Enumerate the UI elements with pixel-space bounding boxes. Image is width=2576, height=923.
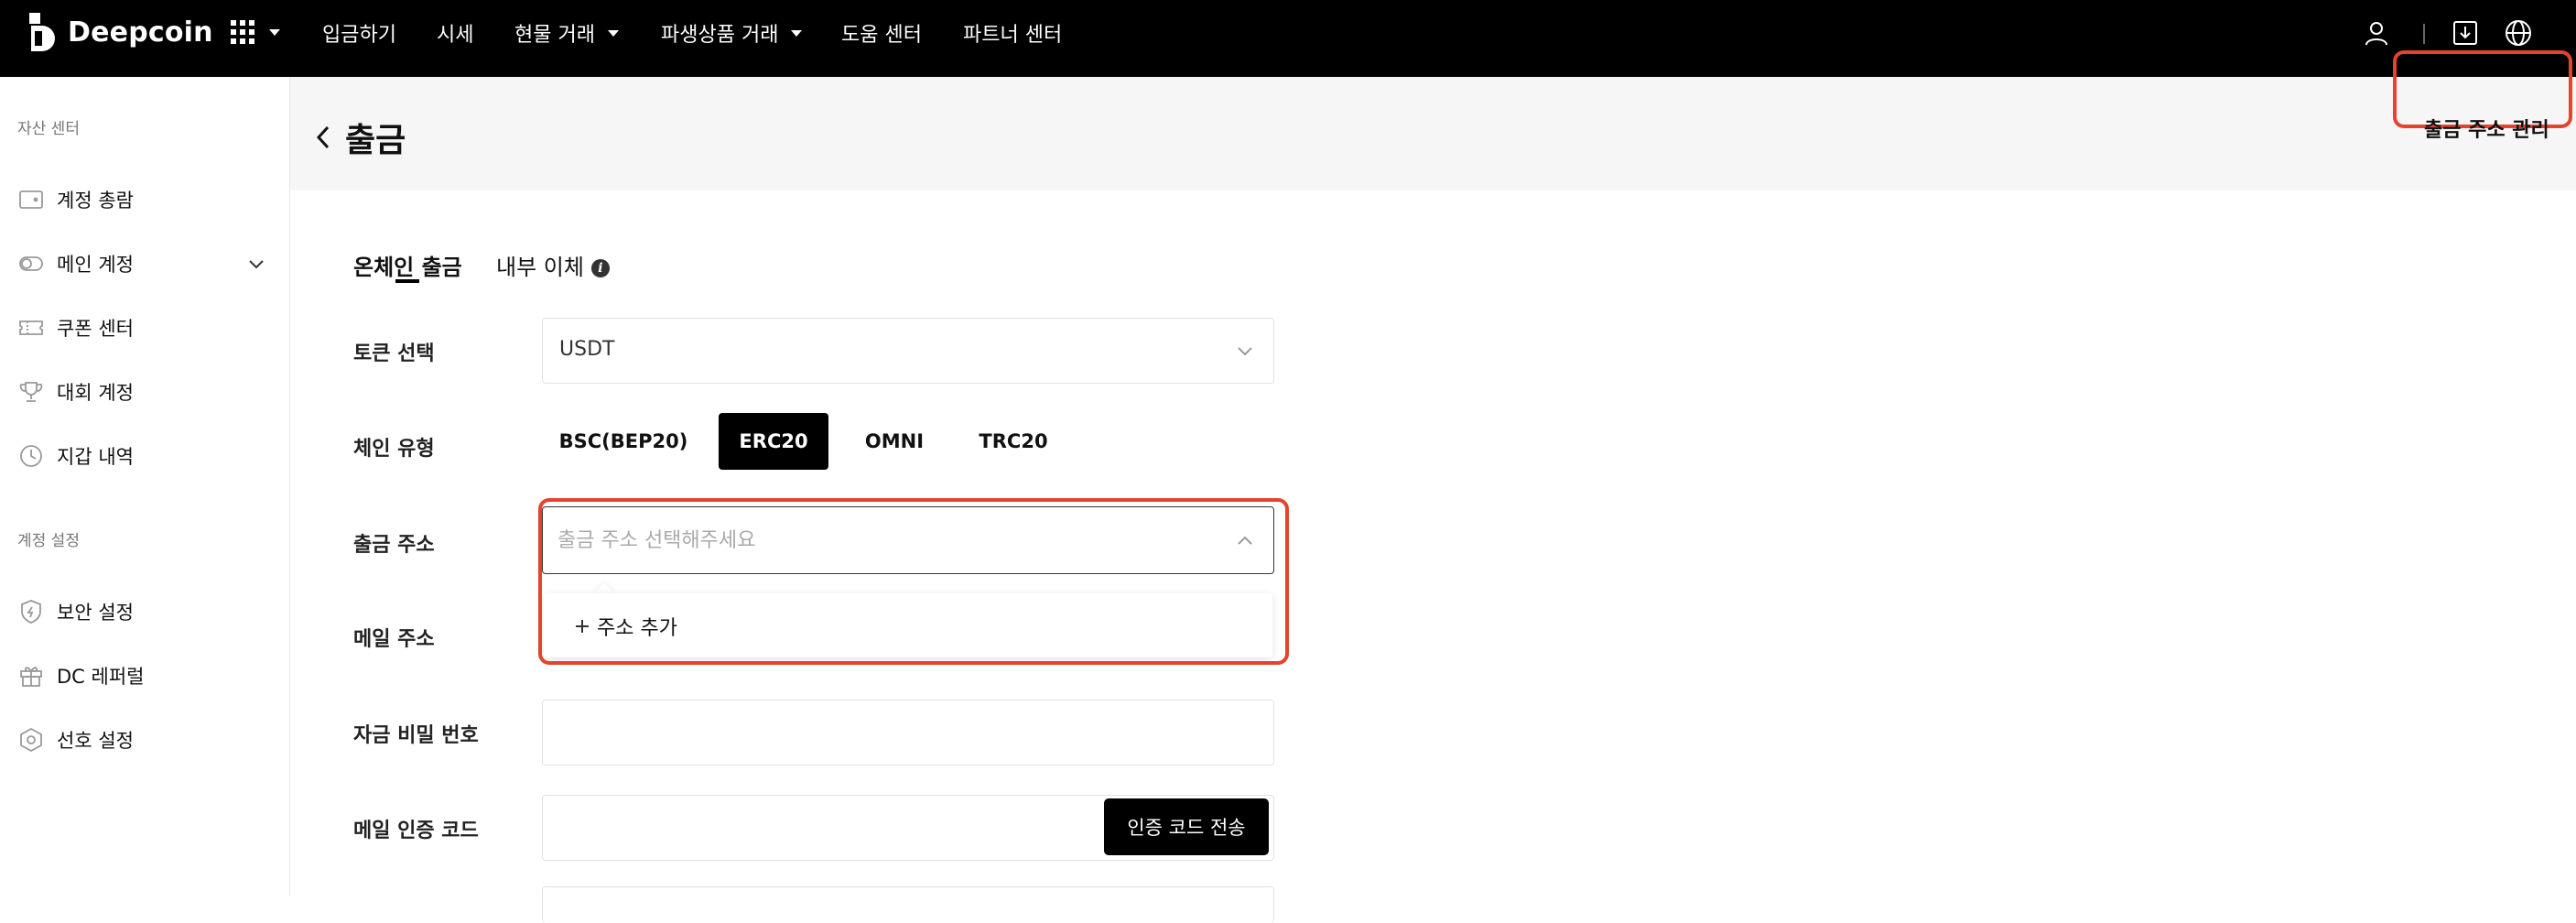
- download-icon[interactable]: [2449, 16, 2482, 49]
- nav-derivatives-label: 파생상품 거래: [661, 24, 779, 47]
- page-title: 출금: [345, 122, 406, 159]
- nav-help-label: 도움 센터: [841, 24, 922, 47]
- hexagon-settings-icon: [20, 727, 42, 753]
- nav-market-label: 시세: [437, 24, 474, 47]
- page-header: 출금: [290, 77, 2576, 190]
- sidebar-item-dc-referral[interactable]: DC 레퍼럴: [18, 656, 265, 696]
- sidebar-item-coupon-center[interactable]: 쿠폰 센터: [18, 308, 265, 348]
- info-icon[interactable]: i: [590, 259, 610, 277]
- chain-option-bsc[interactable]: BSC(BEP20): [549, 413, 698, 470]
- sidebar-item-security-settings[interactable]: 보안 설정: [18, 592, 265, 632]
- chain-type-label: 체인 유형: [353, 438, 435, 461]
- sidebar-item-main-account[interactable]: 메인 계정: [18, 244, 265, 284]
- globe-icon[interactable]: [2502, 16, 2535, 49]
- address-highlight: [538, 498, 1289, 665]
- nav-help-center[interactable]: 도움 센터: [841, 18, 922, 48]
- sidebar-item-label: 쿠폰 센터: [57, 318, 134, 340]
- chain-option-trc20[interactable]: TRC20: [970, 413, 1056, 470]
- chevron-down-icon: [249, 260, 264, 269]
- sidebar-item-label: DC 레퍼럴: [57, 666, 145, 688]
- sidebar-item-label: 메인 계정: [57, 254, 134, 276]
- sidebar-item-label: 지갑 내역: [57, 446, 134, 468]
- sidebar-item-label: 계정 총람: [57, 190, 134, 212]
- email-address-label: 메일 주소: [353, 628, 435, 651]
- nav-spot-label: 현물 거래: [514, 24, 595, 47]
- sidebar-item-label: 보안 설정: [57, 602, 134, 624]
- next-field[interactable]: [542, 886, 1274, 923]
- sidebar-item-competition-account[interactable]: 대회 계정: [18, 372, 265, 412]
- nav-partner-label: 파트너 센터: [963, 24, 1063, 47]
- wallet-icon: [19, 190, 43, 209]
- tab-internal-transfer-label: 내부 이체: [496, 255, 584, 280]
- chevron-down-icon: [269, 28, 280, 36]
- chevron-down-icon: [791, 29, 803, 37]
- email-code-label: 메일 인증 코드: [353, 820, 479, 842]
- chevron-left-icon: [316, 125, 330, 149]
- token-select-value: USDT: [559, 338, 615, 361]
- nav-spot-trading[interactable]: 현물 거래: [514, 18, 619, 48]
- sidebar-item-wallet-history[interactable]: 지갑 내역: [18, 436, 265, 476]
- chain-option-erc20[interactable]: ERC20: [719, 413, 828, 470]
- chevron-down-icon: [1238, 347, 1252, 356]
- top-navigation-bar: Deepcoin 입금하기 시세 현물 거래 파생상품 거래 도움 센터 파트너…: [0, 0, 2576, 77]
- chain-option-omni[interactable]: OMNI: [853, 413, 936, 470]
- nav-deposit[interactable]: 입금하기: [322, 18, 396, 48]
- user-icon[interactable]: [2360, 16, 2393, 49]
- chevron-down-icon: [607, 29, 619, 37]
- sidebar-item-label: 대회 계정: [57, 382, 134, 404]
- tab-active-indicator: [395, 279, 419, 283]
- back-button[interactable]: 출금: [314, 114, 406, 161]
- ticket-icon: [19, 320, 43, 335]
- grid-icon: [231, 20, 254, 44]
- deepcoin-logo-icon: [29, 13, 55, 51]
- sidebar-section-account-settings: 계정 설정: [17, 532, 80, 550]
- shield-icon: [21, 600, 41, 624]
- sidebar-item-account-overview[interactable]: 계정 총람: [18, 179, 265, 220]
- tab-internal-transfer[interactable]: 내부 이체 i: [496, 249, 610, 281]
- clock-icon: [20, 445, 42, 467]
- sidebar-item-label: 선호 설정: [57, 730, 134, 752]
- withdrawal-address-manage-link[interactable]: 출금 주소 관리: [2424, 114, 2549, 143]
- withdrawal-address-label: 출금 주소: [353, 534, 435, 557]
- divider: [2423, 24, 2425, 44]
- trophy-icon: [19, 382, 43, 402]
- nav-derivatives[interactable]: 파생상품 거래: [661, 18, 803, 48]
- gift-icon: [20, 667, 42, 687]
- toggle-icon: [19, 256, 43, 271]
- apps-grid-menu[interactable]: [231, 20, 280, 44]
- fund-password-field[interactable]: [542, 700, 1274, 766]
- nav-partner-center[interactable]: 파트너 센터: [963, 18, 1062, 48]
- brand-name: Deepcoin: [68, 16, 213, 49]
- nav-deposit-label: 입금하기: [322, 24, 396, 47]
- sidebar-section-asset-center: 자산 센터: [17, 120, 80, 138]
- tab-onchain-withdrawal[interactable]: 온체인 출금: [353, 249, 462, 281]
- token-select[interactable]: USDT: [542, 318, 1274, 384]
- sidebar: 자산 센터 계정 총람 메인 계정 쿠폰 센터 대회 계정 지갑 내역 계정 설…: [0, 77, 290, 896]
- token-select-label: 토큰 선택: [353, 342, 435, 365]
- fund-password-label: 자금 비밀 번호: [353, 724, 479, 747]
- nav-market[interactable]: 시세: [437, 18, 473, 48]
- deepcoin-logo[interactable]: Deepcoin: [27, 11, 213, 53]
- sidebar-item-preference-settings[interactable]: 선호 설정: [18, 720, 265, 760]
- send-code-button[interactable]: 인증 코드 전송: [1104, 798, 1269, 855]
